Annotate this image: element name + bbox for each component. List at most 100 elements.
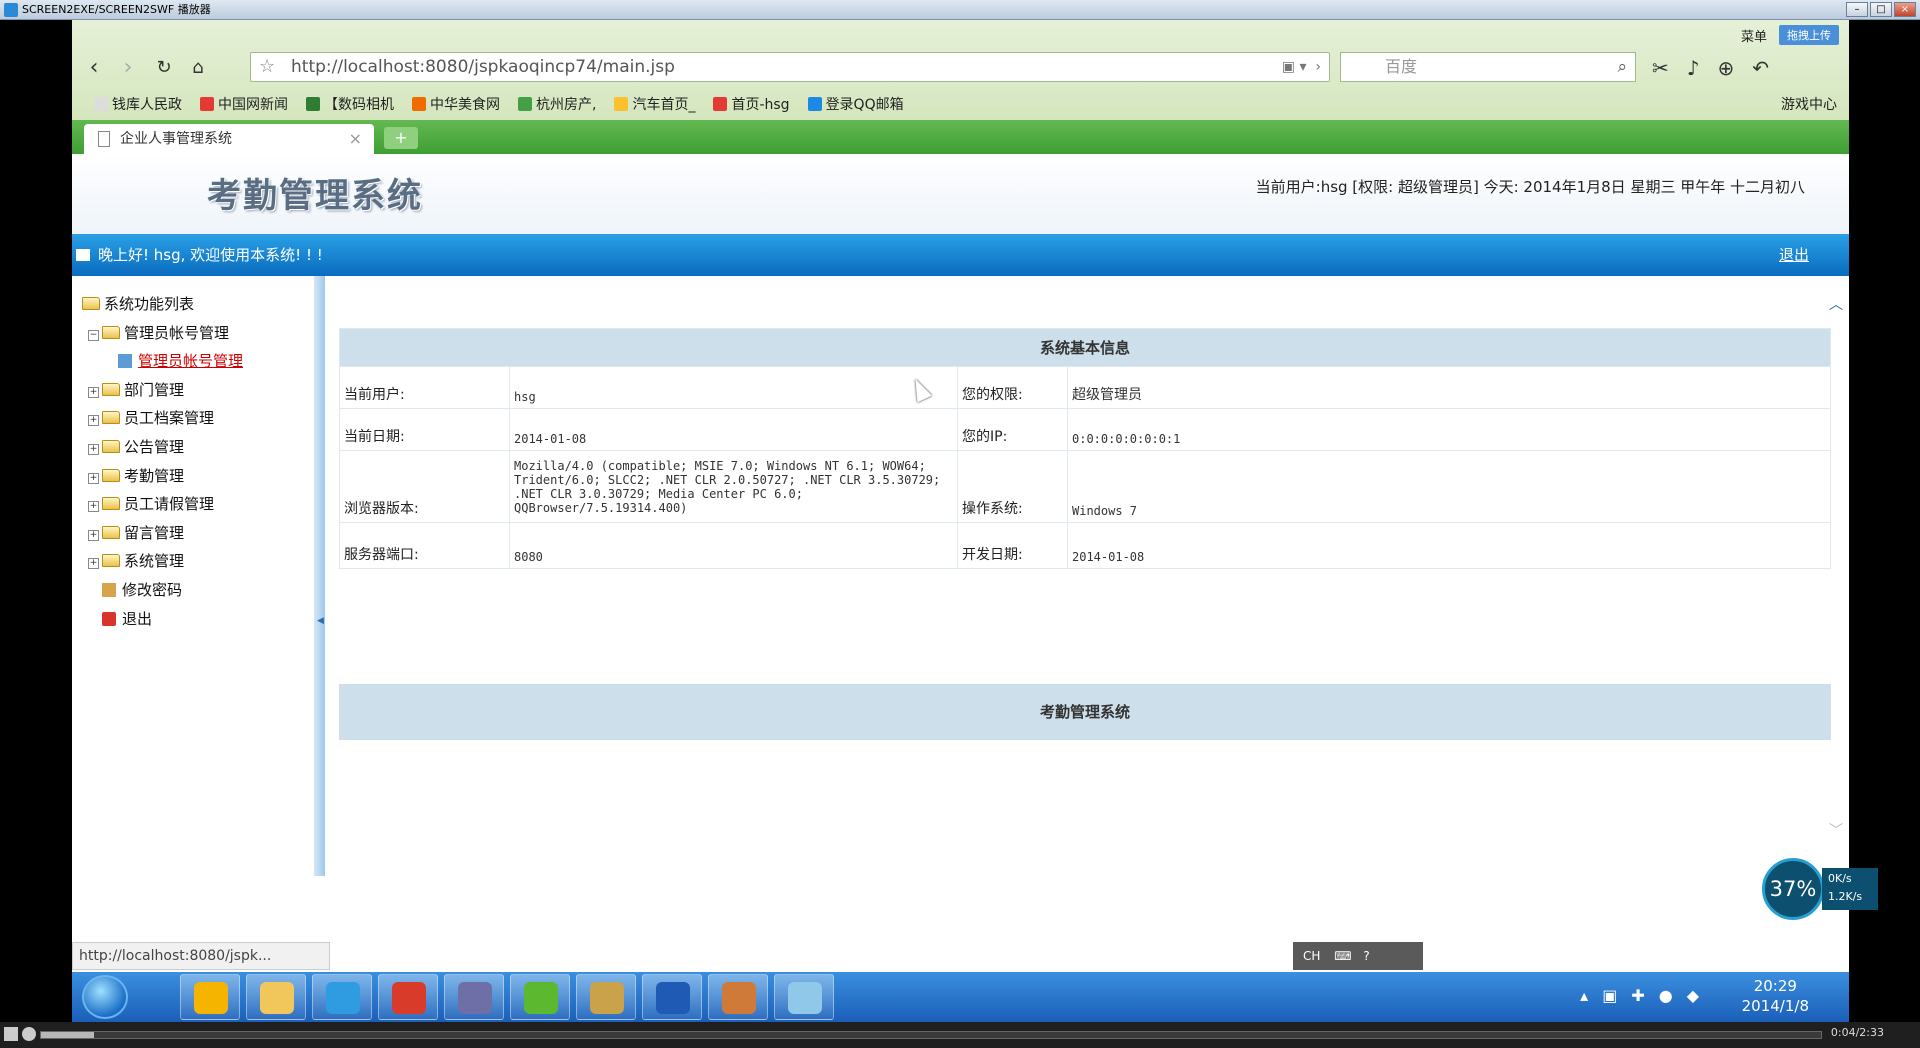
tray-game-icon[interactable]: ◆ — [1687, 986, 1699, 1005]
minimize-button[interactable]: – — [1846, 2, 1868, 17]
eclipse-icon — [458, 982, 492, 1014]
search-icon[interactable]: ⌕ — [1617, 53, 1627, 81]
bookmark-icon — [713, 97, 728, 111]
bookmark-item[interactable]: 登录QQ邮箱 — [807, 94, 904, 114]
player-app-icon — [4, 3, 18, 17]
tree-item[interactable]: + 考勤管理 — [82, 462, 243, 491]
taskbar-app-color-app[interactable] — [180, 974, 240, 1020]
taskbar-app-users[interactable] — [708, 974, 768, 1020]
tree-item[interactable]: + 留言管理 — [82, 519, 243, 548]
refresh-icon[interactable]: ↻ — [150, 54, 178, 82]
tree-item[interactable]: + 部门管理 — [82, 376, 243, 405]
bookmark-icon — [200, 97, 214, 111]
tray-arrow-icon[interactable]: ▴ — [1580, 986, 1588, 1005]
maximize-button[interactable]: □ — [1870, 2, 1892, 17]
sidebar-splitter[interactable]: ◀ — [315, 276, 325, 876]
taskbar-app-qq-browser[interactable] — [312, 974, 372, 1020]
pause-icon[interactable] — [4, 1027, 18, 1041]
info-value: Mozilla/4.0 (compatible; MSIE 7.0; Windo… — [509, 450, 958, 523]
tree-item[interactable]: + 系统管理 — [82, 547, 243, 576]
search-engine-label: 百度 — [1385, 57, 1418, 76]
star-icon[interactable]: ☆ — [259, 53, 275, 81]
admin-account-link[interactable]: 管理员帐号管理 — [138, 352, 243, 370]
home-icon[interactable]: ⌂ — [184, 54, 212, 82]
scroll-up-icon[interactable]: ︿ — [1829, 294, 1843, 314]
bookmark-icon — [94, 97, 108, 111]
taskbar-app-game[interactable] — [378, 974, 438, 1020]
page-logo: 考勤管理系统 — [207, 176, 423, 216]
ime-toolbar[interactable]: CH ⌨ ? — [1293, 942, 1423, 970]
start-button[interactable] — [82, 975, 128, 1019]
tray-plus-icon[interactable]: ✚ — [1631, 986, 1644, 1005]
address-bar[interactable]: ☆ http://localhost:8080/jspkaoqincp74/ma… — [250, 52, 1330, 82]
bookmark-item[interactable]: 【数码相机 — [306, 94, 394, 114]
bookmark-item[interactable]: 中国网新闻 — [200, 94, 288, 114]
expand-icon[interactable]: + — [88, 558, 99, 570]
tab-active[interactable]: 企业人事管理系统 × — [84, 124, 374, 154]
loop-icon[interactable] — [22, 1027, 36, 1041]
download-icon[interactable]: ⊕ — [1718, 56, 1735, 80]
tree-item[interactable]: + 员工请假管理 — [82, 490, 243, 519]
tray-qq-icon[interactable]: ● — [1659, 986, 1673, 1005]
seek-bar[interactable] — [40, 1031, 1822, 1039]
taskbar-app-media[interactable] — [510, 974, 570, 1020]
tree-item-admin-account[interactable]: 管理员帐号管理 — [82, 347, 243, 376]
url-dropdown-icon[interactable]: ▣ ▾ › — [1282, 53, 1321, 81]
player-title: SCREEN2EXE/SCREEN2SWF 播放器 — [22, 3, 211, 16]
game-center-link[interactable]: 游戏中心 — [1781, 94, 1837, 114]
notes-icon — [788, 982, 822, 1014]
clock[interactable]: 20:29 2014/1/8 — [1742, 976, 1809, 1016]
collapse-icon[interactable]: − — [88, 329, 99, 341]
keyboard-icon[interactable]: ⌨ — [1334, 949, 1351, 963]
new-tab-button[interactable]: + — [384, 127, 418, 149]
expand-icon[interactable]: + — [88, 386, 99, 398]
logout-link[interactable]: 退出 — [1779, 234, 1809, 276]
expand-icon[interactable]: + — [88, 501, 99, 513]
upload-button[interactable]: 拖拽上传 — [1779, 25, 1839, 45]
tree-item[interactable]: + 员工档案管理 — [82, 404, 243, 433]
collapse-arrow-icon[interactable]: ◀ — [317, 616, 324, 626]
expand-icon[interactable]: + — [88, 472, 99, 484]
info-label: 开发日期: — [957, 522, 1068, 569]
tray-shield-icon[interactable]: ▣ — [1602, 986, 1617, 1005]
bookmark-icon — [306, 97, 320, 111]
expand-icon[interactable]: + — [88, 443, 99, 455]
tree-item[interactable]: + 公告管理 — [82, 433, 243, 462]
folder-icon — [102, 497, 120, 511]
undo-icon[interactable]: ↶ — [1752, 56, 1769, 80]
bookmark-label: 【数码相机 — [324, 97, 394, 113]
info-label: 操作系统: — [957, 450, 1068, 523]
bookmark-item[interactable]: 杭州房产, — [518, 94, 596, 114]
forward-icon[interactable]: › — [114, 54, 142, 82]
menu-button[interactable]: 菜单 — [1741, 26, 1767, 45]
bookmark-item[interactable]: 首页-hsg — [713, 94, 790, 114]
tree-item-admin-group[interactable]: − 管理员帐号管理 — [82, 319, 243, 348]
expand-icon[interactable]: + — [88, 415, 99, 427]
tree-item-exit[interactable]: 退出 — [82, 605, 243, 634]
bookmark-item[interactable]: 钱库人民政 — [94, 94, 182, 114]
tree-item-change-password[interactable]: 修改密码 — [82, 576, 243, 605]
taskbar-app-eclipse[interactable] — [444, 974, 504, 1020]
bookmark-item[interactable]: 中华美食网 — [412, 94, 500, 114]
close-button[interactable]: × — [1894, 2, 1916, 17]
taskbar-app-tools[interactable] — [576, 974, 636, 1020]
search-box[interactable]: 百度 ⌕ — [1340, 52, 1636, 82]
info-value: 2014-01-08 — [509, 408, 958, 451]
taskbar-app-word[interactable] — [642, 974, 702, 1020]
taskbar-app-notes[interactable] — [774, 974, 834, 1020]
speed-widget[interactable]: 37% 0K/s 1.2K/s — [1762, 858, 1878, 920]
tab-close-icon[interactable]: × — [349, 124, 362, 154]
browser-chrome: 菜单 拖拽上传 ‹ › ↻ ⌂ ☆ http://localhost:8080/… — [72, 20, 1849, 154]
scroll-down-icon[interactable]: ﹀ — [1829, 820, 1843, 840]
bookmark-item[interactable]: 汽车首页_ — [614, 94, 695, 114]
tree-root[interactable]: 系统功能列表 — [82, 290, 243, 319]
help-icon[interactable]: ? — [1363, 949, 1369, 963]
back-icon[interactable]: ‹ — [80, 54, 108, 82]
tree-items: + 部门管理 + 员工档案管理 + 公告管理 + 考勤管理 + 员工请假管理 + 留言管理 + 系统管理 — [82, 376, 243, 576]
expand-icon[interactable]: + — [88, 529, 99, 541]
info-row: 服务器端口: 8080 开发日期: 2014-01-08 — [339, 522, 1831, 569]
folder-icon — [102, 382, 120, 396]
speaker-icon[interactable]: ♪ — [1687, 56, 1700, 80]
taskbar-app-folder[interactable] — [246, 974, 306, 1020]
scissors-icon[interactable]: ✂ — [1652, 56, 1669, 80]
